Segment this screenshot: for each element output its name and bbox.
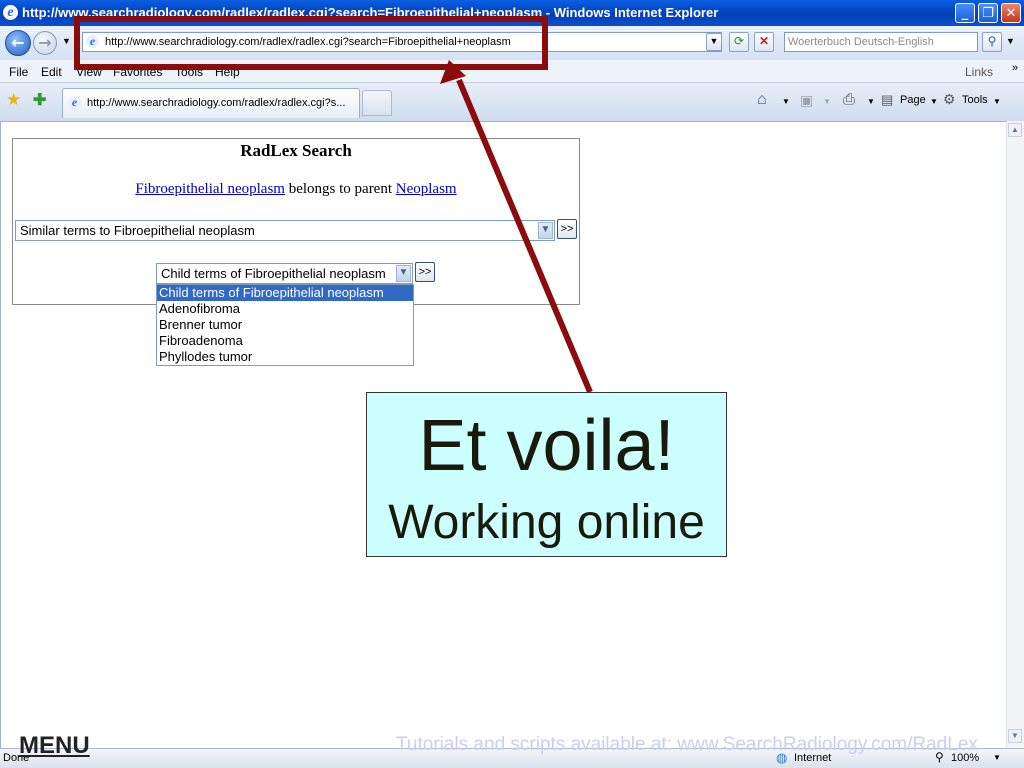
- feeds-icon[interactable]: ▣: [800, 92, 813, 109]
- ie-logo-icon: e: [3, 5, 18, 20]
- zoom-dropdown-icon[interactable]: ▼: [993, 753, 1001, 762]
- page-menu-icon: ▤: [881, 92, 894, 107]
- tools-dropdown-icon[interactable]: ▼: [993, 97, 1001, 106]
- menu-edit[interactable]: Edit: [41, 65, 62, 79]
- home-icon[interactable]: ⌂: [757, 91, 767, 109]
- dropdown-option[interactable]: Adenofibroma: [157, 301, 413, 317]
- dropdown-option[interactable]: Phyllodes tumor: [157, 349, 413, 365]
- address-dropdown-icon[interactable]: ▼: [706, 33, 722, 51]
- radlex-title: RadLex Search: [240, 141, 352, 160]
- stop-icon[interactable]: ✕: [754, 32, 774, 52]
- dropdown-option[interactable]: Fibroadenoma: [157, 333, 413, 349]
- tools-menu[interactable]: Tools: [962, 94, 988, 106]
- callout-title: Et voila!: [418, 406, 675, 486]
- feeds-dropdown-icon[interactable]: ▼: [823, 97, 831, 106]
- print-icon[interactable]: ⎙: [843, 91, 855, 108]
- child-dropdown-icon[interactable]: ▼: [396, 265, 411, 282]
- search-options-icon[interactable]: ▼: [1006, 36, 1015, 46]
- tutorial-text: Tutorials and scripts available at: www.…: [396, 734, 978, 755]
- links-label[interactable]: Links: [965, 65, 993, 79]
- page-menu[interactable]: Page: [900, 94, 926, 106]
- back-arrow-icon[interactable]: ←: [5, 30, 31, 56]
- tab-current[interactable]: e http://www.searchradiology.com/radlex/…: [62, 88, 360, 118]
- restore-button[interactable]: ❐: [978, 3, 998, 23]
- close-button[interactable]: ✕: [1001, 3, 1021, 23]
- child-go-button[interactable]: >>: [415, 262, 435, 282]
- forward-arrow-icon[interactable]: →: [33, 31, 57, 55]
- similar-terms-select[interactable]: Similar terms to Fibroepithelial neoplas…: [15, 220, 555, 241]
- address-highlight-box: [74, 16, 548, 70]
- tab-title: http://www.searchradiology.com/radlex/ra…: [87, 97, 346, 109]
- page-dropdown-icon[interactable]: ▼: [930, 97, 938, 106]
- similar-dropdown-icon[interactable]: ▼: [538, 222, 553, 239]
- search-input[interactable]: Woerterbuch Deutsch-English: [784, 32, 978, 52]
- term-link[interactable]: Fibroepithelial neoplasm: [135, 181, 285, 197]
- home-dropdown-icon[interactable]: ▼: [782, 97, 790, 106]
- menu-link[interactable]: MENU: [19, 732, 90, 760]
- gear-icon: ⚙: [943, 91, 956, 107]
- search-icon[interactable]: ⚲: [982, 32, 1002, 52]
- scroll-down-icon[interactable]: ▼: [1008, 729, 1022, 743]
- parent-line: Fibroepithelial neoplasm belongs to pare…: [0, 181, 592, 198]
- vertical-scrollbar[interactable]: [1006, 121, 1024, 748]
- dropdown-option[interactable]: Brenner tumor: [157, 317, 413, 333]
- refresh-icon[interactable]: ⟳: [729, 32, 749, 52]
- child-terms-select[interactable]: Child terms of Fibroepithelial neoplasm: [156, 263, 413, 284]
- print-dropdown-icon[interactable]: ▼: [867, 97, 875, 106]
- history-dropdown-icon[interactable]: ▼: [62, 36, 71, 46]
- chevron-right-icon[interactable]: »: [1012, 62, 1018, 74]
- dropdown-option[interactable]: Child terms of Fibroepithelial neoplasm: [157, 285, 413, 301]
- belongs-text: belongs to parent: [288, 181, 393, 197]
- add-favorite-icon[interactable]: ✚: [33, 90, 46, 110]
- child-terms-value: Child terms of Fibroepithelial neoplasm: [161, 266, 386, 281]
- tab-page-icon: e: [68, 96, 81, 109]
- similar-terms-value: Similar terms to Fibroepithelial neoplas…: [20, 223, 255, 238]
- similar-go-button[interactable]: >>: [557, 219, 577, 239]
- callout-subtitle: Working online: [388, 496, 705, 549]
- minimize-button[interactable]: _: [955, 3, 975, 23]
- scroll-up-icon[interactable]: ▲: [1008, 123, 1022, 137]
- new-tab-button[interactable]: [362, 90, 392, 116]
- parent-link[interactable]: Neoplasm: [396, 181, 457, 197]
- favorites-star-icon[interactable]: ★: [6, 90, 21, 110]
- menu-file[interactable]: File: [9, 65, 28, 79]
